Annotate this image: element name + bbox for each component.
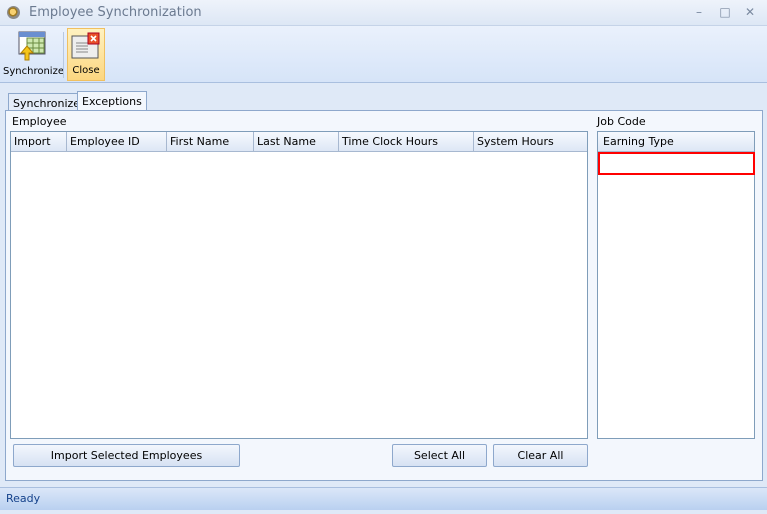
job-code-group-label: Job Code xyxy=(597,115,646,128)
synchronize-label: Synchronize xyxy=(3,66,64,77)
minimize-button[interactable]: – xyxy=(690,4,708,20)
column-header-earning-type[interactable]: Earning Type xyxy=(598,132,754,152)
column-header-system-hours[interactable]: System Hours xyxy=(474,132,587,152)
column-header-time-clock-hours[interactable]: Time Clock Hours xyxy=(339,132,474,152)
close-button[interactable]: Close xyxy=(67,28,105,81)
clear-all-button[interactable]: Clear All xyxy=(493,444,588,467)
close-form-icon xyxy=(71,32,100,59)
tab-exceptions[interactable]: Exceptions xyxy=(77,91,147,112)
earning-type-edit-cell[interactable] xyxy=(598,152,755,175)
employee-grid[interactable]: Import Employee ID First Name Last Name … xyxy=(10,131,588,439)
synchronize-icon xyxy=(18,31,46,61)
job-code-grid[interactable]: Earning Type xyxy=(597,131,755,439)
column-header-first-name[interactable]: First Name xyxy=(167,132,254,152)
column-header-employee-id[interactable]: Employee ID xyxy=(67,132,167,152)
exceptions-panel: Employee Import Employee ID First Name L… xyxy=(5,110,763,481)
select-all-button[interactable]: Select All xyxy=(392,444,487,467)
tab-synchronize[interactable]: Synchronize xyxy=(8,93,86,111)
title-bar: Employee Synchronization – □ ✕ xyxy=(0,0,767,26)
close-window-button[interactable]: ✕ xyxy=(741,4,759,20)
close-label: Close xyxy=(72,65,100,76)
window-title: Employee Synchronization xyxy=(29,5,202,20)
maximize-button[interactable]: □ xyxy=(716,4,734,20)
synchronize-button[interactable]: Synchronize xyxy=(3,28,64,81)
column-header-import[interactable]: Import xyxy=(11,132,67,152)
column-header-last-name[interactable]: Last Name xyxy=(254,132,339,152)
employee-group-label: Employee xyxy=(12,115,67,128)
status-bar: Ready xyxy=(0,487,767,510)
app-icon xyxy=(7,6,20,19)
import-selected-employees-button[interactable]: Import Selected Employees xyxy=(13,444,240,467)
toolbar-separator xyxy=(63,32,64,78)
toolbar: Synchronize Close xyxy=(0,26,767,83)
